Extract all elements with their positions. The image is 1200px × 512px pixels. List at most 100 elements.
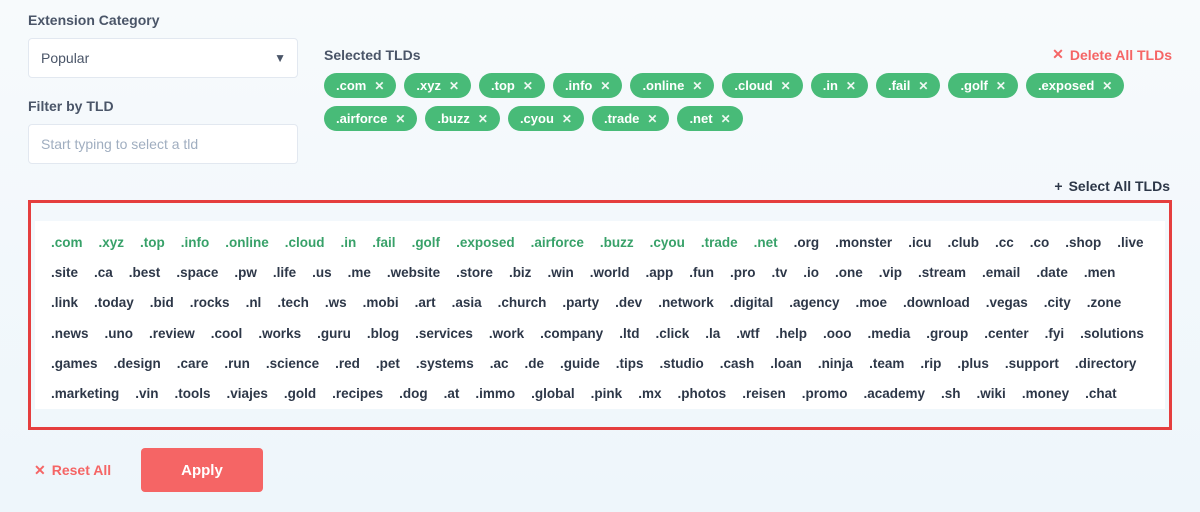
tld-option[interactable]: .pet [376, 356, 400, 372]
tld-option[interactable]: .dog [399, 386, 428, 402]
tld-option[interactable]: .airforce [531, 235, 584, 251]
selected-tag[interactable]: .golf✕ [948, 73, 1018, 98]
tld-option[interactable]: .info [181, 235, 210, 251]
tld-option[interactable]: .art [415, 295, 436, 311]
tld-option[interactable]: .me [348, 265, 371, 281]
tld-option[interactable]: .org [794, 235, 820, 251]
tld-option[interactable]: .ac [490, 356, 509, 372]
tld-option[interactable]: .monster [835, 235, 892, 251]
tld-option[interactable]: .cloud [285, 235, 325, 251]
tld-option[interactable]: .stream [918, 265, 966, 281]
tld-option[interactable]: .directory [1075, 356, 1137, 372]
tld-option[interactable]: .at [444, 386, 460, 402]
tld-option[interactable]: .de [524, 356, 544, 372]
tld-option[interactable]: .best [129, 265, 161, 281]
tld-option[interactable]: .one [835, 265, 863, 281]
tld-option[interactable]: .fun [689, 265, 714, 281]
reset-all-button[interactable]: ✕ Reset All [34, 462, 111, 479]
tld-option[interactable]: .link [51, 295, 78, 311]
tld-option[interactable]: .us [312, 265, 332, 281]
tag-remove-icon[interactable]: ✕ [600, 79, 610, 93]
tld-option[interactable]: .biz [509, 265, 532, 281]
tld-option[interactable]: .click [655, 326, 689, 342]
tld-option[interactable]: .buzz [600, 235, 634, 251]
tld-option[interactable]: .fyi [1045, 326, 1065, 342]
tld-option[interactable]: .academy [863, 386, 925, 402]
tag-remove-icon[interactable]: ✕ [478, 112, 488, 126]
tld-option[interactable]: .zone [1087, 295, 1122, 311]
tld-option[interactable]: .tv [771, 265, 787, 281]
selected-tag[interactable]: .exposed✕ [1026, 73, 1124, 98]
tld-option[interactable]: .media [868, 326, 911, 342]
tld-option[interactable]: .mx [638, 386, 661, 402]
tld-option[interactable]: .space [176, 265, 218, 281]
tld-option[interactable]: .ltd [619, 326, 639, 342]
select-all-button[interactable]: + Select All TLDs [1054, 178, 1170, 194]
tld-option[interactable]: .reisen [742, 386, 786, 402]
tld-option[interactable]: .vin [135, 386, 158, 402]
tld-option[interactable]: .top [140, 235, 165, 251]
tld-option[interactable]: .world [590, 265, 630, 281]
tld-option[interactable]: .moe [855, 295, 887, 311]
tld-grid-scroll[interactable]: .com.xyz.top.info.online.cloud.in.fail.g… [35, 221, 1165, 409]
selected-tag[interactable]: .com✕ [324, 73, 396, 98]
tld-option[interactable]: .blog [367, 326, 399, 342]
filter-input[interactable] [28, 124, 298, 164]
tag-remove-icon[interactable]: ✕ [918, 79, 928, 93]
tld-option[interactable]: .tools [175, 386, 211, 402]
tld-option[interactable]: .work [489, 326, 524, 342]
tld-option[interactable]: .ws [325, 295, 347, 311]
selected-tag[interactable]: .buzz✕ [425, 106, 500, 131]
tld-option[interactable]: .red [335, 356, 360, 372]
tag-remove-icon[interactable]: ✕ [374, 79, 384, 93]
apply-button[interactable]: Apply [141, 448, 263, 492]
selected-tag[interactable]: .top✕ [479, 73, 545, 98]
tld-option[interactable]: .solutions [1080, 326, 1144, 342]
tld-option[interactable]: .net [754, 235, 778, 251]
tld-option[interactable]: .email [982, 265, 1020, 281]
tld-option[interactable]: .marketing [51, 386, 119, 402]
tld-option[interactable]: .life [273, 265, 296, 281]
tld-option[interactable]: .rip [920, 356, 941, 372]
tld-option[interactable]: .co [1030, 235, 1050, 251]
tld-option[interactable]: .date [1036, 265, 1068, 281]
selected-tag[interactable]: .cyou✕ [508, 106, 584, 131]
tld-option[interactable]: .in [341, 235, 357, 251]
tld-option[interactable]: .games [51, 356, 98, 372]
tld-option[interactable]: .live [1117, 235, 1143, 251]
tld-option[interactable]: .loan [770, 356, 802, 372]
tld-option[interactable]: .company [540, 326, 603, 342]
delete-all-button[interactable]: ✕ Delete All TLDs [1052, 46, 1172, 63]
tld-option[interactable]: .money [1022, 386, 1069, 402]
tld-option[interactable]: .download [903, 295, 970, 311]
tld-option[interactable]: .cool [211, 326, 243, 342]
tld-option[interactable]: .ca [94, 265, 113, 281]
tld-option[interactable]: .win [547, 265, 573, 281]
tld-option[interactable]: .vip [879, 265, 902, 281]
tld-option[interactable]: .services [415, 326, 473, 342]
selected-tag[interactable]: .cloud✕ [722, 73, 802, 98]
tld-option[interactable]: .vegas [986, 295, 1028, 311]
tag-remove-icon[interactable]: ✕ [781, 79, 791, 93]
tld-option[interactable]: .systems [416, 356, 474, 372]
tld-option[interactable]: .care [177, 356, 209, 372]
tld-option[interactable]: .network [658, 295, 714, 311]
category-select[interactable]: Popular [28, 38, 298, 78]
tld-option[interactable]: .digital [730, 295, 774, 311]
tld-option[interactable]: .site [51, 265, 78, 281]
tag-remove-icon[interactable]: ✕ [846, 79, 856, 93]
tld-option[interactable]: .exposed [456, 235, 515, 251]
tld-option[interactable]: .help [776, 326, 808, 342]
tld-option[interactable]: .center [984, 326, 1028, 342]
tld-option[interactable]: .cash [720, 356, 755, 372]
tld-option[interactable]: .tech [277, 295, 309, 311]
tld-option[interactable]: .golf [412, 235, 441, 251]
tld-option[interactable]: .cyou [650, 235, 685, 251]
tld-option[interactable]: .gold [284, 386, 316, 402]
tld-option[interactable]: .wtf [736, 326, 759, 342]
tld-option[interactable]: .nl [246, 295, 262, 311]
tag-remove-icon[interactable]: ✕ [721, 112, 731, 126]
tld-option[interactable]: .plus [957, 356, 989, 372]
tld-option[interactable]: .immo [475, 386, 515, 402]
tld-option[interactable]: .run [224, 356, 250, 372]
